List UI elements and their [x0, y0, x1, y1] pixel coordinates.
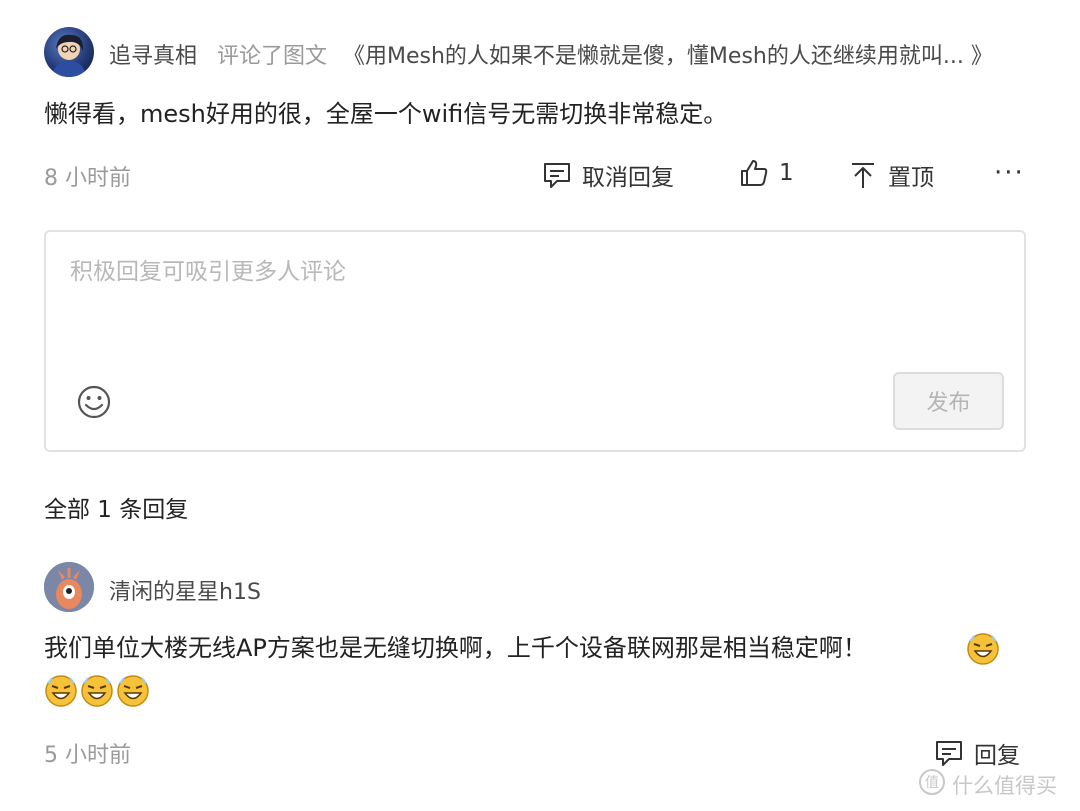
reply-label: 回复: [974, 743, 1020, 769]
reply-emoji-row: [44, 674, 150, 708]
watermark: 值 什么值得买: [918, 768, 1057, 801]
reply-author[interactable]: 清闲的星星h1S: [109, 574, 261, 606]
reply-text: 我们单位大楼无线AP方案也是无缝切换啊，上千个设备联网那是相当稳定啊！: [44, 630, 867, 666]
comment-action-text: 评论了图文: [217, 44, 328, 69]
pin-top-icon: [848, 160, 878, 190]
emoji-picker-button[interactable]: [76, 384, 112, 420]
publish-button[interactable]: 发布: [893, 372, 1004, 430]
emoji-laugh-icon: [116, 674, 150, 708]
cancel-reply-button[interactable]: 取消回复: [542, 158, 674, 192]
svg-text:值: 值: [925, 775, 939, 791]
reply-time: 5 小时前: [44, 743, 131, 768]
pin-button[interactable]: 置顶: [848, 158, 934, 192]
emoji-laugh-icon: [44, 674, 78, 708]
watermark-text: 什么值得买: [952, 773, 1057, 798]
like-button[interactable]: 1: [739, 158, 794, 188]
avatar[interactable]: [44, 27, 94, 77]
emoji-laugh-icon: [80, 674, 114, 708]
comment-icon: [934, 738, 964, 768]
reply-text-line: 我们单位大楼无线AP方案也是无缝切换啊，上千个设备联网那是相当稳定啊！: [44, 634, 867, 662]
replies-count-heading: 全部 1 条回复: [44, 497, 189, 523]
thumbs-up-icon: [739, 158, 769, 188]
reply-textarea[interactable]: 积极回复可吸引更多人评论 发布: [44, 230, 1026, 452]
cancel-reply-label: 取消回复: [582, 165, 674, 191]
reply-placeholder: 积极回复可吸引更多人评论: [70, 259, 346, 285]
reply-avatar[interactable]: [44, 562, 94, 612]
comment-text: 懒得看，mesh好用的很，全屋一个wifi信号无需切换非常稳定。: [44, 100, 728, 128]
pin-label: 置顶: [888, 165, 934, 191]
comment-icon: [542, 160, 572, 190]
article-title-link[interactable]: 《用Mesh的人如果不是懒就是傻，懂Mesh的人还继续用就叫... 》: [343, 38, 993, 70]
comment-time: 8 小时前: [44, 166, 131, 191]
smiley-icon: [76, 385, 112, 424]
comment-author[interactable]: 追寻真相: [109, 38, 197, 70]
emoji-laugh-icon: [966, 632, 1000, 666]
more-options-button[interactable]: ···: [994, 158, 1025, 188]
reply-button[interactable]: 回复: [934, 736, 1020, 770]
brand-logo-icon: 值: [918, 768, 946, 801]
like-count: 1: [779, 160, 794, 186]
